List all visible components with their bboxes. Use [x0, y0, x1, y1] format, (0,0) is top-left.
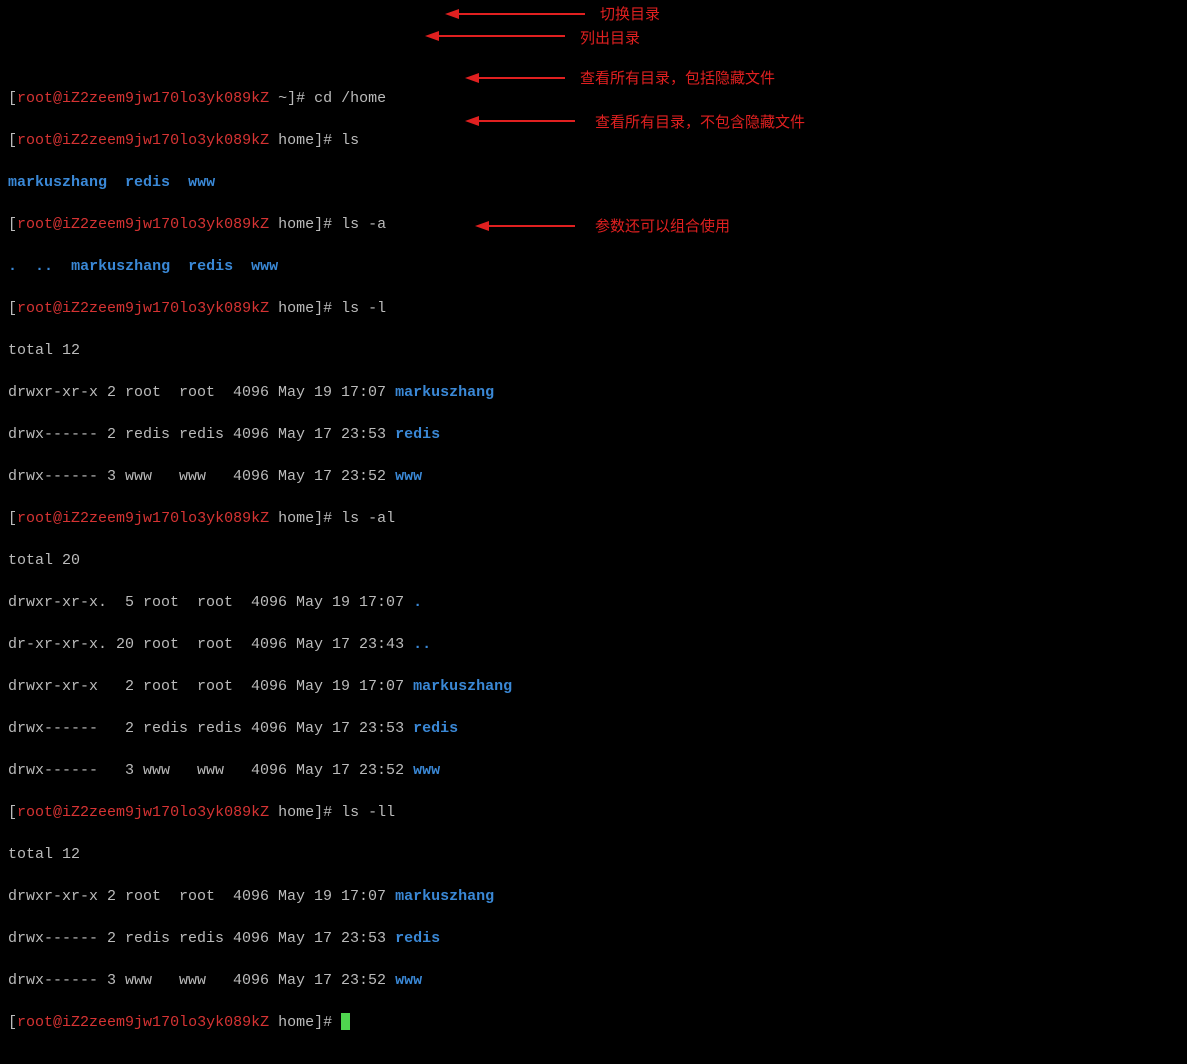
prompt-path: ~: [278, 90, 287, 107]
dir-name: .: [8, 258, 17, 275]
terminal-line: drwx------ 2 redis redis 4096 May 17 23:…: [8, 928, 1179, 949]
dir-name: redis: [395, 930, 440, 947]
terminal-line: [root@iZ2zeem9jw170lo3yk089kZ home]# ls …: [8, 214, 1179, 235]
terminal-line: [root@iZ2zeem9jw170lo3yk089kZ home]# ls …: [8, 298, 1179, 319]
prompt-bracket: [: [8, 90, 17, 107]
output-text: total 12: [8, 846, 80, 863]
dir-name: ..: [413, 636, 431, 653]
dir-name: www: [251, 258, 278, 275]
file-perm: drwx------ 3 www www 4096 May 17 23:52: [8, 468, 395, 485]
file-perm: drwx------ 2 redis redis 4096 May 17 23:…: [8, 930, 395, 947]
dir-name: markuszhang: [71, 258, 170, 275]
terminal-line: drwx------ 3 www www 4096 May 17 23:52 w…: [8, 970, 1179, 991]
annotation-label: 切换目录: [600, 4, 660, 25]
file-perm: drwx------ 2 redis redis 4096 May 17 23:…: [8, 720, 413, 737]
output-text: total 20: [8, 552, 80, 569]
file-perm: drwxr-xr-x 2 root root 4096 May 19 17:07: [8, 384, 395, 401]
terminal-line: total 20: [8, 550, 1179, 571]
dir-name: markuszhang: [8, 174, 107, 191]
terminal-line: drwx------ 2 redis redis 4096 May 17 23:…: [8, 424, 1179, 445]
dir-name: www: [413, 762, 440, 779]
file-perm: drwx------ 3 www www 4096 May 17 23:52: [8, 972, 395, 989]
prompt-at: @: [53, 90, 62, 107]
prompt-host: iZ2zeem9jw170lo3yk089kZ: [62, 90, 269, 107]
dir-name: .: [413, 594, 422, 611]
dir-name: redis: [125, 174, 170, 191]
arrow-icon: [465, 113, 575, 129]
command-text: ls -al: [341, 510, 395, 527]
annotation-label: 列出目录: [580, 28, 640, 49]
terminal-line[interactable]: [root@iZ2zeem9jw170lo3yk089kZ home]#: [8, 1012, 1179, 1033]
terminal-line: total 12: [8, 844, 1179, 865]
command-text: ls -l: [341, 300, 386, 317]
terminal-line: drwxr-xr-x. 5 root root 4096 May 19 17:0…: [8, 592, 1179, 613]
file-perm: drwxr-xr-x. 5 root root 4096 May 19 17:0…: [8, 594, 413, 611]
dir-name: www: [395, 972, 422, 989]
dir-name: redis: [188, 258, 233, 275]
dir-name: www: [188, 174, 215, 191]
terminal-line: total 12: [8, 340, 1179, 361]
dir-name: redis: [413, 720, 458, 737]
terminal-line: [root@iZ2zeem9jw170lo3yk089kZ home]# ls …: [8, 508, 1179, 529]
file-perm: dr-xr-xr-x. 20 root root 4096 May 17 23:…: [8, 636, 413, 653]
terminal-line: [root@iZ2zeem9jw170lo3yk089kZ home]# ls …: [8, 802, 1179, 823]
terminal-line: . .. markuszhang redis www: [8, 256, 1179, 277]
terminal-line: drwxr-xr-x 2 root root 4096 May 19 17:07…: [8, 676, 1179, 697]
cursor-icon: [341, 1013, 350, 1030]
dir-name: markuszhang: [395, 888, 494, 905]
arrow-icon: [465, 70, 565, 86]
arrow-icon: [425, 28, 565, 44]
command-text: ls -ll: [341, 804, 395, 821]
terminal-line: drwxr-xr-x 2 root root 4096 May 19 17:07…: [8, 886, 1179, 907]
dir-name: markuszhang: [395, 384, 494, 401]
terminal-line: dr-xr-xr-x. 20 root root 4096 May 17 23:…: [8, 634, 1179, 655]
command-text: cd /home: [314, 90, 386, 107]
terminal-line: drwx------ 3 www www 4096 May 17 23:52 w…: [8, 466, 1179, 487]
terminal-line: [root@iZ2zeem9jw170lo3yk089kZ home]# ls: [8, 130, 1179, 151]
terminal-line: drwxr-xr-x 2 root root 4096 May 19 17:07…: [8, 382, 1179, 403]
prompt-user: root: [17, 90, 53, 107]
annotation-label: 查看所有目录，不包含隐藏文件: [595, 112, 805, 133]
dir-name: redis: [395, 426, 440, 443]
dir-name: ..: [35, 258, 53, 275]
terminal-line: markuszhang redis www: [8, 172, 1179, 193]
file-perm: drwx------ 2 redis redis 4096 May 17 23:…: [8, 426, 395, 443]
annotation-label: 参数还可以组合使用: [595, 216, 730, 237]
terminal-line: drwx------ 3 www www 4096 May 17 23:52 w…: [8, 760, 1179, 781]
dir-name: www: [395, 468, 422, 485]
command-text: ls -a: [341, 216, 386, 233]
terminal-line: drwx------ 2 redis redis 4096 May 17 23:…: [8, 718, 1179, 739]
dir-name: markuszhang: [413, 678, 512, 695]
output-text: total 12: [8, 342, 80, 359]
arrow-icon: [445, 6, 585, 22]
annotation-label: 查看所有目录，包括隐藏文件: [580, 68, 775, 89]
command-text: ls: [341, 132, 359, 149]
file-perm: drwx------ 3 www www 4096 May 17 23:52: [8, 762, 413, 779]
terminal-line: [root@iZ2zeem9jw170lo3yk089kZ ~]# cd /ho…: [8, 88, 1179, 109]
file-perm: drwxr-xr-x 2 root root 4096 May 19 17:07: [8, 678, 413, 695]
file-perm: drwxr-xr-x 2 root root 4096 May 19 17:07: [8, 888, 395, 905]
